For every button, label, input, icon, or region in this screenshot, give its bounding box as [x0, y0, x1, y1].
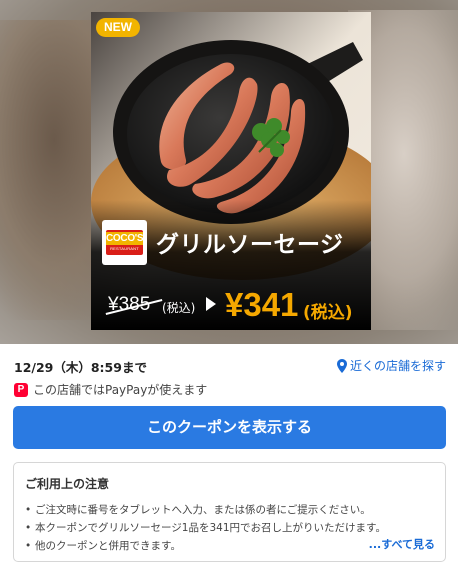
paypay-text: この店舗ではPayPayが使えます [33, 383, 208, 397]
old-price-tax: (税込) [162, 301, 196, 315]
hero-banner: NEW COCO'S RESTAURANT グリルソーセージ ¥385 (税込)… [0, 0, 458, 344]
new-price: ¥341 [225, 286, 299, 323]
coupon-card[interactable]: NEW COCO'S RESTAURANT グリルソーセージ ¥385 (税込)… [91, 12, 371, 330]
list-item: • 本クーポンでグリルソーセージ1品を341円でお召し上がりいただけます。 [25, 522, 386, 534]
expiry-date: 12/29（木）8:59まで [14, 360, 147, 375]
logo-mark: COCO'S RESTAURANT [106, 230, 144, 255]
paypay-notice: P この店舗ではPayPayが使えます [14, 381, 207, 398]
logo-word: COCO'S [106, 232, 144, 245]
notes-title: ご利用上の注意 [25, 477, 110, 491]
location-pin-icon [336, 358, 347, 373]
usage-notes: ご利用上の注意 • ご注文時に番号をタブレットへ入力、または係の者にご提示ください… [13, 462, 446, 562]
note-text: 本クーポンでグリルソーセージ1品を341円でお召し上がりいただけます。 [35, 522, 386, 534]
logo-sub: RESTAURANT [110, 246, 139, 251]
show-coupon-button[interactable]: このクーポンを表示する [13, 406, 446, 449]
nearby-stores-link[interactable]: 近くの店舗を探す [336, 357, 446, 374]
price-row: ¥385 (税込) ¥341 (税込) [103, 286, 365, 323]
see-all-link[interactable]: ...すべて見る [369, 536, 435, 552]
list-item: • ご注文時に番号をタブレットへ入力、または係の者にご提示ください。 [25, 504, 371, 516]
arrow-right-icon [206, 297, 216, 311]
note-text: 他のクーポンと併用できます。 [35, 540, 181, 552]
new-badge: NEW [96, 18, 140, 37]
nearby-stores-label: 近くの店舗を探す [349, 359, 446, 373]
note-text: ご注文時に番号をタブレットへ入力、または係の者にご提示ください。 [35, 504, 371, 516]
cocos-logo: COCO'S RESTAURANT [102, 220, 147, 265]
paypay-icon: P [14, 382, 28, 397]
new-price-tax: (税込) [303, 303, 353, 323]
item-name: グリルソーセージ [156, 232, 344, 258]
